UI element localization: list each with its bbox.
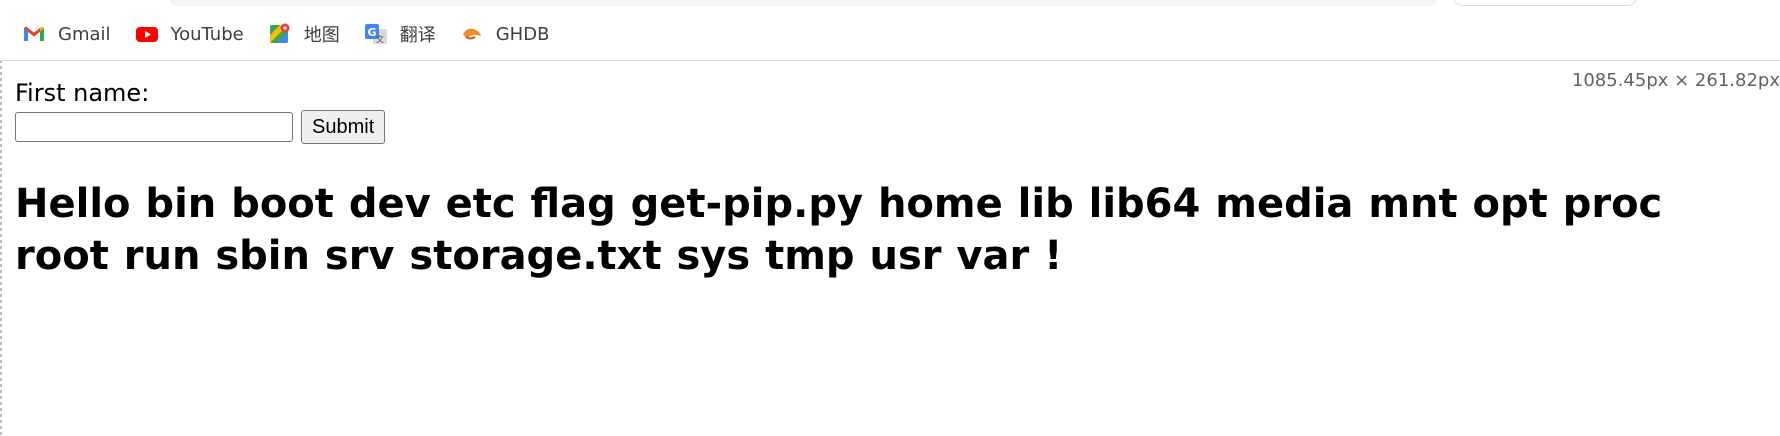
- gmail-icon: [22, 22, 46, 46]
- bookmark-gmail[interactable]: Gmail: [10, 18, 123, 50]
- bookmark-maps[interactable]: 地图: [256, 18, 352, 50]
- svg-text:文: 文: [376, 34, 384, 44]
- bookmark-label: Gmail: [58, 23, 111, 45]
- browser-toolbar: Gmail YouTube 地图 G 文 翻译 GHDB: [0, 0, 1780, 61]
- bookmark-youtube[interactable]: YouTube: [123, 18, 256, 50]
- bookmark-label: 翻译: [399, 25, 436, 46]
- first-name-input[interactable]: [15, 112, 293, 142]
- bookmark-label: 地图: [303, 25, 340, 46]
- profile-button[interactable]: [1452, 0, 1638, 6]
- bookmarks-bar: Gmail YouTube 地图 G 文 翻译 GHDB: [10, 18, 561, 50]
- maps-icon: [268, 22, 292, 46]
- bookmark-label: YouTube: [170, 23, 244, 45]
- bookmark-translate[interactable]: G 文 翻译: [352, 18, 448, 50]
- translate-icon: G 文: [364, 22, 388, 46]
- window-edge: [0, 0, 2, 436]
- ghdb-icon: [460, 22, 484, 46]
- form-row: Submit: [15, 110, 1755, 144]
- first-name-label: First name:: [15, 79, 150, 107]
- address-bar[interactable]: [168, 0, 1438, 6]
- bookmark-ghdb[interactable]: GHDB: [448, 18, 562, 50]
- greeting-output: Hello bin boot dev etc flag get-pip.py h…: [15, 181, 1663, 279]
- youtube-icon: [135, 22, 159, 46]
- page-content: First name: Submit Hello bin boot dev et…: [15, 76, 1755, 309]
- bookmark-label: GHDB: [495, 23, 550, 45]
- submit-button[interactable]: Submit: [301, 110, 386, 144]
